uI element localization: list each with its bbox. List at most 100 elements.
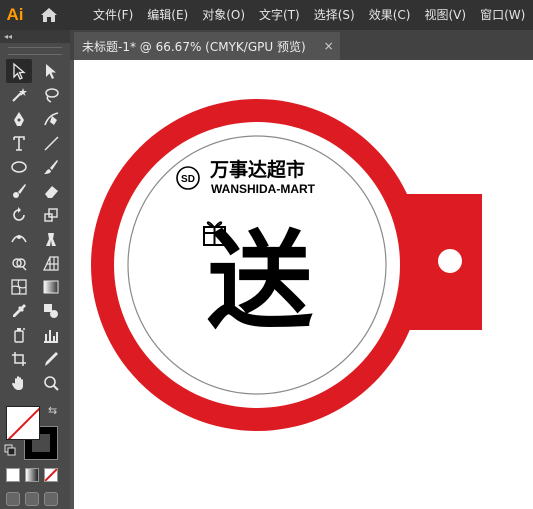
paintbrush-icon xyxy=(44,160,58,174)
artboard-tool[interactable] xyxy=(6,347,32,371)
slice-tool[interactable] xyxy=(38,347,64,371)
tool-row xyxy=(6,227,70,251)
tool-row xyxy=(6,203,70,227)
blend-tool[interactable] xyxy=(38,299,64,323)
magic-wand-icon xyxy=(12,88,27,102)
perspective-grid-icon xyxy=(43,256,59,271)
shape-builder-tool[interactable] xyxy=(6,251,32,275)
type-tool[interactable] xyxy=(6,131,32,155)
line-segment-tool[interactable] xyxy=(38,131,64,155)
drawing-mode-buttons xyxy=(6,492,63,506)
eraser-tool[interactable] xyxy=(38,179,64,203)
zoom-icon xyxy=(44,376,59,391)
swap-fill-stroke-icon[interactable]: ⇆ xyxy=(48,404,57,417)
blob-brush-tool[interactable] xyxy=(6,179,32,203)
gradient-tool[interactable] xyxy=(38,275,64,299)
eyedropper-icon xyxy=(13,304,26,317)
tool-row xyxy=(6,347,70,371)
direct-selection-icon xyxy=(46,64,56,79)
ellipse-tool[interactable] xyxy=(6,155,32,179)
menu-object[interactable]: 对象(O) xyxy=(195,0,252,30)
scale-icon xyxy=(44,208,58,222)
width-icon xyxy=(11,235,27,243)
tool-row xyxy=(6,107,70,131)
tool-row xyxy=(6,131,70,155)
symbol-sprayer-tool[interactable] xyxy=(6,323,32,347)
scale-tool[interactable] xyxy=(38,203,64,227)
home-icon[interactable] xyxy=(34,0,64,30)
fill-swatch[interactable] xyxy=(6,406,40,440)
pen-tool[interactable] xyxy=(6,107,32,131)
menu-file[interactable]: 文件(F) xyxy=(86,0,140,30)
draw-behind-button[interactable] xyxy=(25,492,39,506)
hang-hole xyxy=(438,249,462,273)
column-graph-icon xyxy=(44,330,58,343)
tool-row xyxy=(6,251,70,275)
paintbrush-tool[interactable] xyxy=(38,155,64,179)
eyedropper-tool[interactable] xyxy=(6,299,32,323)
menu-edit[interactable]: 编辑(E) xyxy=(140,0,195,30)
tools-panel-header: ◂◂ xyxy=(0,30,70,43)
menu-window[interactable]: 窗口(W) xyxy=(473,0,532,30)
mesh-icon xyxy=(11,279,27,295)
artboard[interactable]: SD 万事达超市 WANSHIDA-MART 送 xyxy=(74,60,533,509)
column-graph-tool[interactable] xyxy=(38,323,64,347)
slice-icon xyxy=(45,352,58,366)
tool-row xyxy=(6,59,70,83)
tool-grid xyxy=(0,59,70,395)
menu-effect[interactable]: 效果(C) xyxy=(362,0,418,30)
shape-builder-icon xyxy=(12,258,27,271)
hand-tool[interactable] xyxy=(6,371,32,395)
draw-normal-button[interactable] xyxy=(6,492,20,506)
rotate-tool[interactable] xyxy=(6,203,32,227)
width-tool[interactable] xyxy=(6,227,32,251)
tools-panel: ◂◂ ⇆ xyxy=(0,30,70,509)
menu-type[interactable]: 文字(T) xyxy=(252,0,307,30)
magic-wand-tool[interactable] xyxy=(6,83,32,107)
app-logo: Ai xyxy=(6,5,24,24)
hand-icon xyxy=(12,376,23,390)
lasso-icon xyxy=(45,88,59,103)
rotate-icon xyxy=(13,207,25,221)
menu-bar: Ai 文件(F) 编辑(E) 对象(O) 文字(T) 选择(S) 效果(C) 视… xyxy=(0,0,533,30)
default-fill-stroke-icon[interactable] xyxy=(4,444,16,456)
selection-tool[interactable] xyxy=(6,59,32,83)
color-button[interactable] xyxy=(6,468,20,482)
panel-grip[interactable] xyxy=(8,47,62,55)
illustrator-window: Ai 文件(F) 编辑(E) 对象(O) 文字(T) 选择(S) 效果(C) 视… xyxy=(0,0,533,509)
gradient-icon xyxy=(43,280,59,294)
curvature-icon xyxy=(44,112,59,126)
artboard-icon xyxy=(12,352,26,366)
canvas-area[interactable]: SD 万事达超市 WANSHIDA-MART 送 xyxy=(70,60,533,509)
line-segment-icon xyxy=(44,136,59,151)
puppet-warp-tool[interactable] xyxy=(38,227,64,251)
zoom-tool[interactable] xyxy=(38,371,64,395)
none-button[interactable] xyxy=(44,468,58,482)
perspective-grid-tool[interactable] xyxy=(38,251,64,275)
eraser-icon xyxy=(45,186,58,198)
tool-row xyxy=(6,155,70,179)
color-mode-buttons xyxy=(6,468,63,482)
curvature-tool[interactable] xyxy=(38,107,64,131)
pen-icon xyxy=(14,112,24,126)
document-tab[interactable]: 未标题-1* @ 66.67% (CMYK/GPU 预览) × xyxy=(74,32,340,60)
none-slash-icon xyxy=(7,407,39,439)
direct-selection-tool[interactable] xyxy=(38,59,64,83)
tool-row xyxy=(6,179,70,203)
draw-inside-button[interactable] xyxy=(44,492,58,506)
tool-row xyxy=(6,371,70,395)
lasso-tool[interactable] xyxy=(38,83,64,107)
mesh-tool[interactable] xyxy=(6,275,32,299)
menu-view[interactable]: 视图(V) xyxy=(417,0,473,30)
hang-tag-artwork[interactable]: SD 万事达超市 WANSHIDA-MART 送 xyxy=(74,60,533,509)
main-character: 送 xyxy=(207,220,313,343)
menu-items: 文件(F) 编辑(E) 对象(O) 文字(T) 选择(S) 效果(C) 视图(V… xyxy=(86,0,532,30)
collapse-icon[interactable]: ◂◂ xyxy=(4,32,12,41)
gradient-button[interactable] xyxy=(25,468,39,482)
brand-name-cn: 万事达超市 xyxy=(209,158,305,181)
symbol-sprayer-icon xyxy=(14,328,25,343)
menu-select[interactable]: 选择(S) xyxy=(307,0,362,30)
close-icon[interactable]: × xyxy=(324,39,334,53)
tool-row xyxy=(6,323,70,347)
type-icon xyxy=(13,136,25,151)
